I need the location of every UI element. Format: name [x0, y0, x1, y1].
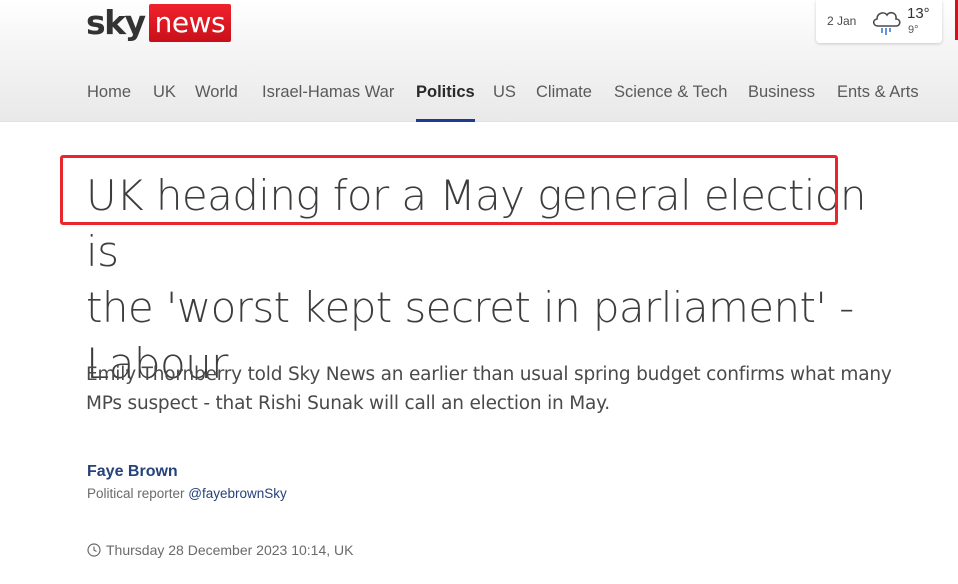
nav-climate[interactable]: Climate [536, 80, 592, 122]
weather-low-temp: 9° [908, 24, 919, 36]
author-name-link[interactable]: Faye Brown [87, 463, 178, 481]
nav-politics[interactable]: Politics [416, 80, 475, 122]
main-nav: Home UK World Israel-Hamas War Politics … [0, 80, 958, 122]
nav-uk[interactable]: UK [153, 80, 176, 122]
nav-israel-hamas-war[interactable]: Israel-Hamas War [262, 80, 394, 122]
author-twitter-handle[interactable]: @fayebrownSky [188, 486, 287, 501]
logo-news-text: news [148, 4, 232, 42]
logo-sky-text: sky [86, 3, 146, 42]
article-headline: UK heading for a May general election is… [86, 168, 906, 392]
nav-world[interactable]: World [195, 80, 238, 122]
nav-business[interactable]: Business [748, 80, 815, 122]
article-standfirst: Emily Thornberry told Sky News an earlie… [86, 364, 892, 414]
weather-widget[interactable]: 2 Jan 13° 9° [816, 0, 942, 43]
nav-ents-arts[interactable]: Ents & Arts [837, 80, 919, 122]
nav-science-tech[interactable]: Science & Tech [614, 80, 727, 122]
author-role: Political reporter @fayebrownSky [87, 486, 287, 501]
masthead: sky news 2 Jan 13° 9° Home UK World Isra… [0, 0, 958, 122]
nav-home[interactable]: Home [87, 80, 131, 122]
headline-line1-end: is [86, 227, 119, 276]
rain-cloud-icon [872, 11, 901, 35]
author-role-text: Political reporter [87, 486, 189, 501]
clock-icon [87, 543, 101, 557]
weather-date: 2 Jan [827, 14, 857, 28]
nav-us[interactable]: US [493, 80, 516, 122]
sky-news-logo[interactable]: sky news [86, 3, 232, 43]
headline-highlighted-text: UK heading for a May general election [86, 171, 867, 220]
article-timestamp: Thursday 28 December 2023 10:14, UK [87, 542, 353, 558]
timestamp-text: Thursday 28 December 2023 10:14, UK [106, 542, 354, 558]
weather-high-temp: 13° [907, 5, 930, 22]
